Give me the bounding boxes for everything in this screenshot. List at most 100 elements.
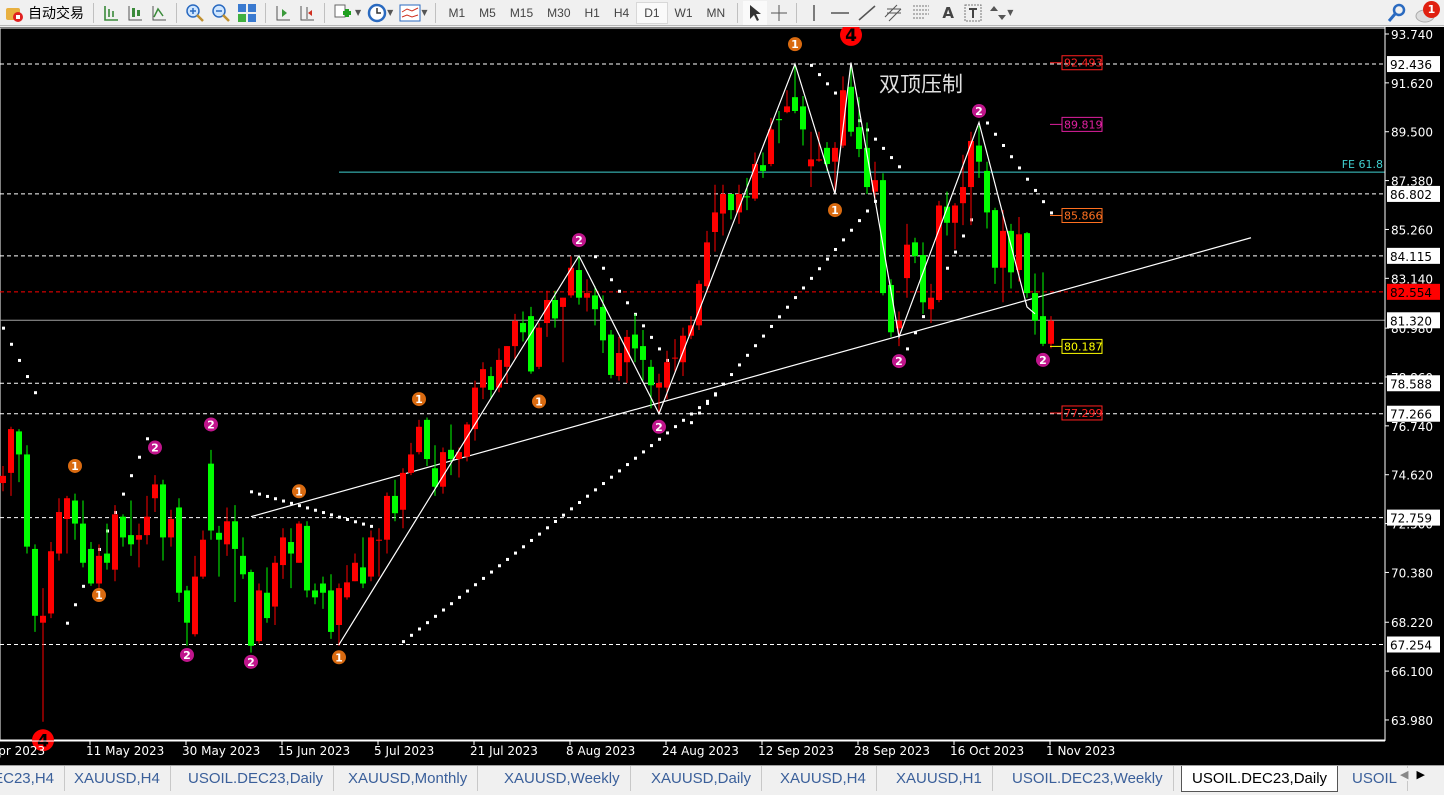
chart-shift-button[interactable] xyxy=(295,1,319,25)
timeframe-m1[interactable]: M1 xyxy=(441,2,472,24)
wave-marker-label: 2 xyxy=(247,656,255,669)
timeframe-mn[interactable]: MN xyxy=(700,2,733,24)
candle-body xyxy=(704,242,710,287)
price-tag-label: 85.866 xyxy=(1064,209,1103,222)
text-tool[interactable]: A xyxy=(936,1,960,25)
parabolic-sar-dot xyxy=(266,494,269,498)
periods-button[interactable]: ▼ xyxy=(364,1,396,25)
candle-body xyxy=(112,514,118,570)
candle-body xyxy=(184,590,190,623)
timeframe-w1[interactable]: W1 xyxy=(668,2,700,24)
arrows-icon xyxy=(990,5,1007,20)
parabolic-sar-dot xyxy=(402,640,405,644)
candle-body xyxy=(760,165,766,171)
chart-tab[interactable]: USOIL.DEC23,Daily xyxy=(1181,766,1339,792)
zoom-in-icon xyxy=(186,3,204,22)
auto-scroll-button[interactable] xyxy=(271,1,295,25)
parabolic-sar-dot xyxy=(546,526,549,530)
trendline-tool[interactable] xyxy=(854,1,880,25)
text-label-tool[interactable] xyxy=(960,1,986,25)
chart-tab[interactable]: XAUUSD,Daily xyxy=(641,766,763,791)
parabolic-sar-dot xyxy=(954,250,957,254)
candle-body xyxy=(120,516,126,538)
chart-tab[interactable]: USOIL.DEC23,H4 xyxy=(0,766,65,791)
fibonacci-tool[interactable] xyxy=(908,1,936,25)
candle-body xyxy=(856,127,862,150)
crosshair-tool[interactable] xyxy=(767,1,791,25)
zoom-in-button[interactable] xyxy=(182,1,208,25)
candle-body xyxy=(8,429,14,473)
price-level-value: 86.802 xyxy=(1390,188,1432,202)
wave-marker-label: 1 xyxy=(535,395,543,408)
equidistant-channel-tool[interactable] xyxy=(880,1,908,25)
notifications-button[interactable]: 1 xyxy=(1410,0,1444,25)
chart-tab[interactable]: USOIL.DEC23,Daily xyxy=(178,766,335,791)
candle-body xyxy=(1032,293,1038,321)
search-button[interactable] xyxy=(1384,1,1410,25)
parabolic-sar-dot xyxy=(794,296,797,300)
candle-body xyxy=(352,562,358,582)
timeframe-m5[interactable]: M5 xyxy=(472,2,503,24)
timeframe-h4[interactable]: H4 xyxy=(607,2,636,24)
candlestick-button[interactable] xyxy=(123,1,147,25)
timeframe-m15[interactable]: M15 xyxy=(503,2,540,24)
candle-body xyxy=(56,512,62,554)
add-indicator-icon xyxy=(334,4,351,17)
parabolic-sar-dot xyxy=(706,401,709,405)
candle-body xyxy=(984,170,990,213)
vertical-line-tool[interactable] xyxy=(802,1,826,25)
parabolic-sar-dot xyxy=(898,165,901,169)
candle-body xyxy=(136,535,142,540)
bar-chart-button[interactable] xyxy=(99,1,123,25)
parabolic-sar-dot xyxy=(602,266,605,270)
parabolic-sar-dot xyxy=(618,289,621,293)
time-axis-label: 12 Sep 2023 xyxy=(758,744,834,758)
horizontal-line-tool[interactable] xyxy=(826,1,854,25)
parabolic-sar-dot xyxy=(866,209,869,213)
timeframe-d1[interactable]: D1 xyxy=(636,1,668,24)
parabolic-sar-dot xyxy=(562,513,565,517)
zigzag-line[interactable] xyxy=(338,62,1036,645)
scroll-right-icon[interactable]: ▶ xyxy=(1416,768,1424,781)
price-level-value: 77.266 xyxy=(1390,408,1432,422)
candle-body xyxy=(768,129,774,165)
parabolic-sar-dot xyxy=(738,363,741,367)
candle-body xyxy=(288,542,294,554)
auto-trading-button[interactable]: 自动交易 xyxy=(0,1,88,25)
timeframe-m30[interactable]: M30 xyxy=(540,2,577,24)
candle-body xyxy=(784,106,790,113)
candle-body xyxy=(128,535,134,545)
parabolic-sar-dot xyxy=(450,602,453,606)
time-axis-label: 1 Nov 2023 xyxy=(1046,744,1115,758)
dropdown-arrow-icon: ▼ xyxy=(355,8,362,17)
scroll-left-icon[interactable]: ◀ xyxy=(1400,768,1408,781)
tile-windows-button[interactable] xyxy=(234,1,260,25)
line-chart-button[interactable] xyxy=(147,1,171,25)
cursor-tool[interactable] xyxy=(743,0,768,25)
price-chart[interactable]: FE 61.8 92.493 89.819 85.866 80.187 77.299 1 1 1… xyxy=(0,23,1444,765)
candle-body xyxy=(672,357,678,359)
zoom-out-button[interactable] xyxy=(208,1,234,25)
candle-body xyxy=(96,555,102,584)
price-axis-label: 70.380 xyxy=(1391,566,1433,580)
indicators-button[interactable]: ▼ xyxy=(330,1,364,25)
wave-marker-label: 4 xyxy=(845,27,857,46)
parabolic-sar-dot xyxy=(482,576,485,580)
candle-body xyxy=(560,297,566,307)
price-tag-label: 89.819 xyxy=(1064,118,1103,131)
chart-tab[interactable]: XAUUSD,Weekly xyxy=(494,766,631,791)
chart-tab[interactable]: XAUUSD,H1 xyxy=(886,766,993,791)
candle-body xyxy=(472,387,478,430)
chart-tab[interactable]: XAUUSD,H4 xyxy=(64,766,171,791)
arrows-tool[interactable]: ▼ xyxy=(986,1,1016,25)
chart-tab[interactable]: XAUUSD,H4 xyxy=(770,766,877,791)
chart-tab[interactable]: XAUUSD,Monthly xyxy=(338,766,479,791)
chart-canvas[interactable]: FE 61.892.49389.81985.86680.18777.299111… xyxy=(0,23,1444,765)
timeframe-h1[interactable]: H1 xyxy=(578,2,607,24)
chart-tab[interactable]: USOIL xyxy=(1342,766,1409,791)
chart-tab[interactable]: USOIL.DEC23,Weekly xyxy=(1002,766,1174,791)
tab-scroll-arrows[interactable]: ◀ ▶ xyxy=(1400,768,1425,781)
parabolic-sar-dot xyxy=(626,301,629,305)
templates-button[interactable]: ▼ xyxy=(396,1,430,25)
price-tag-label: 92.493 xyxy=(1064,57,1103,70)
